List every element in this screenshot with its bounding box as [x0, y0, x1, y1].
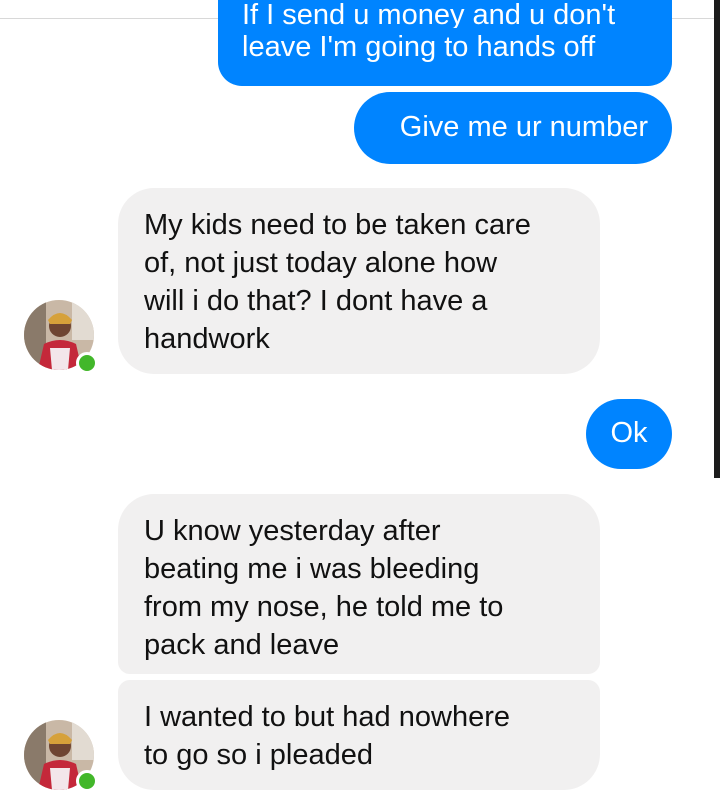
message-line: handwork [144, 323, 270, 355]
message-text: leave I'm going to hands off [242, 31, 596, 63]
outgoing-message[interactable]: Give me ur number [354, 92, 672, 164]
message-line: to go so i pleaded [144, 739, 373, 771]
online-indicator-icon [76, 352, 98, 374]
incoming-message[interactable]: My kids need to be taken care of, not ju… [118, 188, 600, 374]
outgoing-message[interactable]: If I send u money and u don't leave I'm … [218, 0, 672, 86]
message-text: If I send u money and u don't [242, 0, 616, 28]
message-line: from my nose, he told me to [144, 591, 504, 623]
screen-edge [714, 0, 720, 478]
message-line: beating me i was bleeding [144, 553, 480, 585]
message-line: I wanted to but had nowhere [144, 701, 510, 733]
message-text: Give me ur number [399, 111, 648, 143]
message-line: My kids need to be taken care [144, 209, 531, 241]
incoming-message[interactable]: I wanted to but had nowhere to go so i p… [118, 680, 600, 790]
online-indicator-icon [76, 770, 98, 792]
message-text: Ok [610, 417, 648, 449]
message-line: of, not just today alone how [144, 247, 498, 279]
message-line: U know yesterday after [144, 515, 441, 547]
message-line: pack and leave [144, 629, 340, 661]
message-line: will i do that? I dont have a [144, 285, 488, 317]
outgoing-message[interactable]: Ok [586, 399, 672, 469]
incoming-message[interactable]: U know yesterday after beating me i was … [118, 494, 600, 674]
